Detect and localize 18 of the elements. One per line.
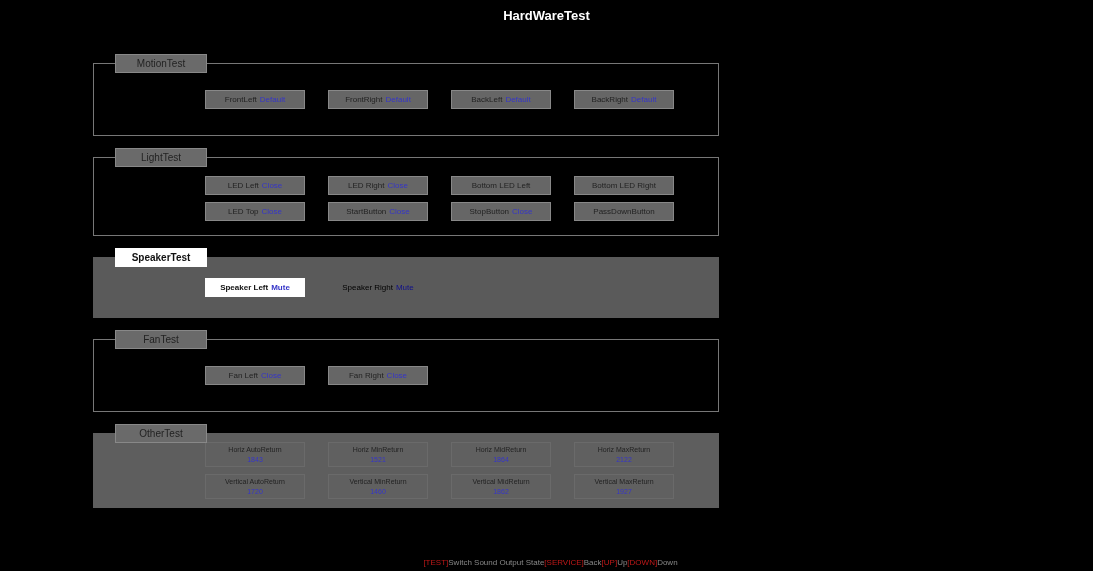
screen-title: HardWareTest bbox=[502, 8, 591, 25]
section-tab[interactable]: OtherTest bbox=[115, 424, 207, 443]
test-item[interactable]: Speaker Right Mute bbox=[328, 278, 428, 297]
test-item[interactable]: StopButton Close bbox=[451, 202, 551, 221]
key-hints: [TEST]Switch Sound Output State[SERVICE]Back[UP]Up[DOWN]Down bbox=[422, 558, 679, 567]
test-item[interactable]: BackLeft Default bbox=[451, 90, 551, 109]
test-item[interactable]: FrontRight Default bbox=[328, 90, 428, 109]
test-item[interactable]: BackRight Default bbox=[574, 90, 674, 109]
test-item[interactable]: LED Left Close bbox=[205, 176, 305, 195]
section-tab[interactable]: LightTest bbox=[115, 148, 207, 167]
test-item[interactable]: FrontLeft Default bbox=[205, 90, 305, 109]
test-item[interactable]: Bottom LED Right bbox=[574, 176, 674, 195]
test-item[interactable]: StartButton Close bbox=[328, 202, 428, 221]
section-tab[interactable]: FanTest bbox=[115, 330, 207, 349]
test-item[interactable]: Speaker Left Mute bbox=[205, 278, 305, 297]
section-tab[interactable]: SpeakerTest bbox=[115, 248, 207, 267]
test-item[interactable]: PassDownButton bbox=[574, 202, 674, 221]
section-tab[interactable]: MotionTest bbox=[115, 54, 207, 73]
